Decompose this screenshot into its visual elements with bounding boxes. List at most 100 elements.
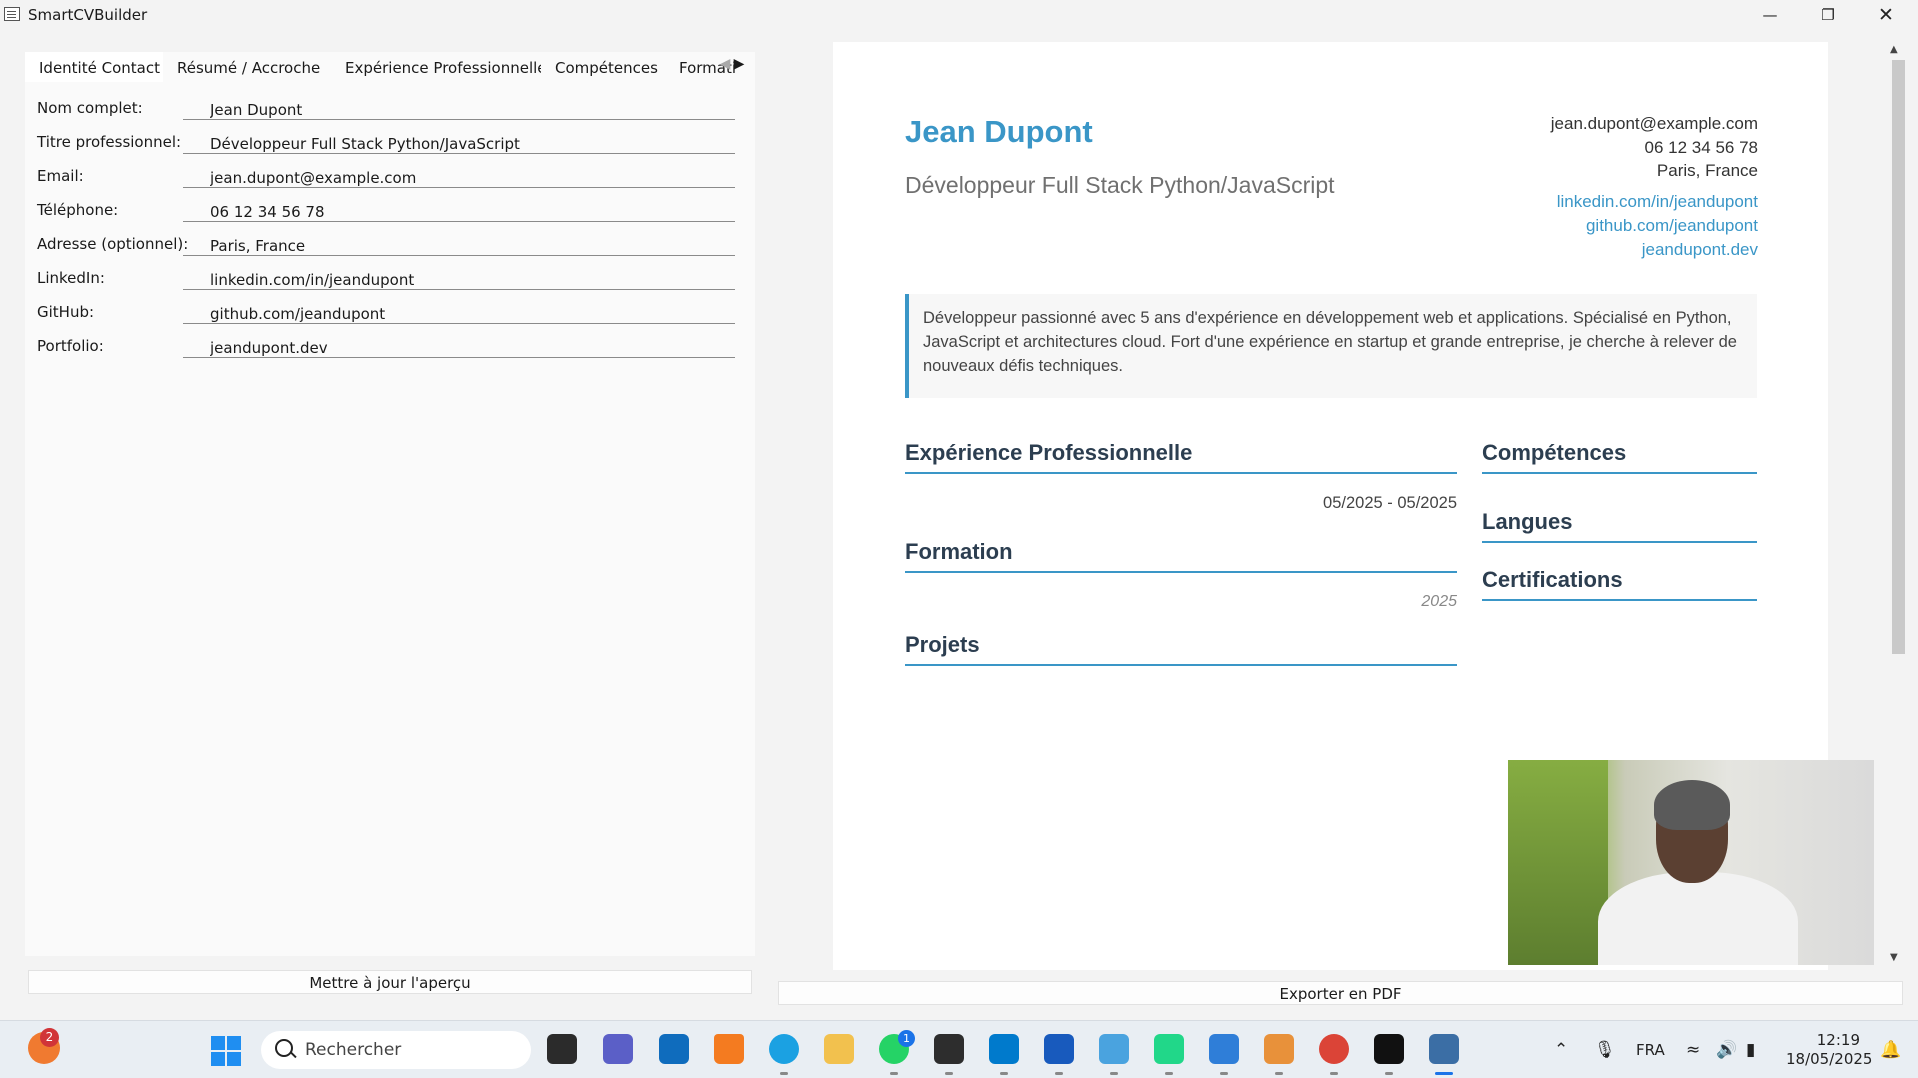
search-placeholder: Rechercher bbox=[305, 1040, 402, 1060]
form-row-email: Email: bbox=[25, 164, 740, 198]
tab-scroll-left-icon[interactable]: ◀ bbox=[718, 56, 732, 72]
cv-section-experience: Expérience Professionnelle bbox=[905, 440, 1457, 474]
snipping-running-indicator bbox=[1110, 1072, 1118, 1075]
tab-competences[interactable]: Compétences bbox=[541, 52, 665, 82]
name-label: Nom complet: bbox=[37, 99, 143, 117]
webcam-person-body bbox=[1598, 872, 1798, 965]
form-row-title: Titre professionnel: bbox=[25, 130, 740, 164]
snip-running-indicator bbox=[1275, 1072, 1283, 1075]
file-explorer-icon[interactable] bbox=[824, 1034, 854, 1064]
webcam-overlay bbox=[1508, 760, 1874, 965]
battery-icon[interactable]: ▮ bbox=[1746, 1040, 1755, 1060]
email-label: Email: bbox=[37, 167, 84, 185]
start-icon[interactable] bbox=[211, 1036, 241, 1066]
cv-section-languages: Langues bbox=[1482, 509, 1757, 543]
snip-icon[interactable] bbox=[1264, 1034, 1294, 1064]
taskbar-search[interactable]: Rechercher bbox=[261, 1031, 531, 1069]
notification-badge: 2 bbox=[40, 1028, 59, 1047]
tab-identite-contact[interactable]: Identité Contact bbox=[25, 52, 163, 82]
word-icon[interactable] bbox=[1044, 1034, 1074, 1064]
contact-form: Nom complet: Titre professionnel: Email:… bbox=[25, 96, 740, 368]
preview-scrollbar[interactable] bbox=[1892, 60, 1905, 654]
store-icon[interactable] bbox=[659, 1034, 689, 1064]
form-row-phone: Téléphone: bbox=[25, 198, 740, 232]
update-preview-button[interactable]: Mettre à jour l'aperçu bbox=[28, 970, 752, 994]
email-field[interactable] bbox=[183, 164, 735, 188]
webcam-background bbox=[1508, 760, 1608, 965]
export-pdf-button[interactable]: Exporter en PDF bbox=[778, 981, 1903, 1005]
vscode-icon[interactable] bbox=[989, 1034, 1019, 1064]
whatsapp-badge: 1 bbox=[898, 1030, 915, 1047]
cv-title: Développeur Full Stack Python/JavaScript bbox=[905, 172, 1335, 198]
edge-icon[interactable] bbox=[769, 1034, 799, 1064]
cv-links-block: linkedin.com/in/jeandupont github.com/je… bbox=[1557, 190, 1758, 262]
sticky-running-indicator bbox=[945, 1072, 953, 1075]
language-indicator[interactable]: FRA bbox=[1636, 1041, 1665, 1059]
scroll-down-icon[interactable]: ▼ bbox=[1890, 952, 1898, 963]
microphone-icon[interactable]: 🎙 bbox=[1594, 1040, 1616, 1060]
address-label: Adresse (optionnel): bbox=[37, 235, 189, 253]
cv-portfolio-link[interactable]: jeandupont.dev bbox=[1557, 238, 1758, 262]
smartcvbuilder-active-indicator bbox=[1435, 1072, 1453, 1075]
clock-time: 12:19 bbox=[1816, 1031, 1860, 1049]
title-bar: SmartCVBuilder — ❐ ✕ bbox=[0, 0, 1918, 30]
teams-icon[interactable] bbox=[603, 1034, 633, 1064]
maximize-button[interactable]: ❐ bbox=[1800, 0, 1856, 30]
form-row-address: Adresse (optionnel): bbox=[25, 232, 740, 266]
pycharm-icon[interactable] bbox=[1154, 1034, 1184, 1064]
cv-section-skills: Compétences bbox=[1482, 440, 1757, 474]
close-button[interactable]: ✕ bbox=[1858, 0, 1914, 30]
portfolio-field[interactable] bbox=[183, 334, 735, 358]
notepad-running-indicator bbox=[1220, 1072, 1228, 1075]
cv-summary: Développeur passionné avec 5 ans d'expér… bbox=[905, 294, 1757, 398]
smartcvbuilder-taskbar-icon[interactable] bbox=[1429, 1034, 1459, 1064]
whatsapp-running-indicator bbox=[890, 1072, 898, 1075]
cv-experience-dates: 05/2025 - 05/2025 bbox=[1323, 494, 1457, 512]
terminal-icon[interactable] bbox=[1374, 1034, 1404, 1064]
pycharm-running-indicator bbox=[1165, 1072, 1173, 1075]
linkedin-field[interactable] bbox=[183, 266, 735, 290]
cv-name: Jean Dupont bbox=[905, 114, 1093, 149]
form-row-portfolio: Portfolio: bbox=[25, 334, 740, 368]
cv-phone: 06 12 34 56 78 bbox=[1644, 137, 1758, 157]
notepad-icon[interactable] bbox=[1209, 1034, 1239, 1064]
snipping-tool-icon[interactable] bbox=[1099, 1034, 1129, 1064]
name-field[interactable] bbox=[183, 96, 735, 120]
volume-icon[interactable]: 🔊 bbox=[1716, 1040, 1737, 1060]
cv-linkedin-link[interactable]: linkedin.com/in/jeandupont bbox=[1557, 190, 1758, 214]
task-view-icon[interactable] bbox=[547, 1034, 577, 1064]
clock-date: 18/05/2025 bbox=[1786, 1050, 1873, 1068]
github-field[interactable] bbox=[183, 300, 735, 324]
title-field[interactable] bbox=[183, 130, 735, 154]
wifi-icon[interactable]: ≈ bbox=[1686, 1040, 1700, 1060]
search-icon bbox=[275, 1039, 293, 1057]
notification-center-icon[interactable]: 🔔 bbox=[1880, 1040, 1901, 1060]
cv-address: Paris, France bbox=[1656, 161, 1758, 180]
address-field[interactable] bbox=[183, 232, 735, 256]
phone-field[interactable] bbox=[183, 198, 735, 222]
chevron-up-icon[interactable]: ⌃ bbox=[1554, 1040, 1568, 1060]
edge-running-indicator bbox=[780, 1072, 788, 1075]
cv-contact-block: jean.dupont@example.com 06 12 34 56 78 P… bbox=[1551, 112, 1758, 183]
tab-scroll-arrows: ◀ ▶ bbox=[718, 56, 748, 76]
sticky-notes-icon[interactable] bbox=[934, 1034, 964, 1064]
tab-scroll-right-icon[interactable]: ▶ bbox=[732, 56, 746, 72]
cv-github-link[interactable]: github.com/jeandupont bbox=[1557, 214, 1758, 238]
tab-resume[interactable]: Résumé / Accroche bbox=[163, 52, 331, 82]
cv-section-education: Formation bbox=[905, 539, 1457, 573]
chrome-icon[interactable] bbox=[1319, 1034, 1349, 1064]
word-running-indicator bbox=[1055, 1072, 1063, 1075]
vscode-running-indicator bbox=[1000, 1072, 1008, 1075]
cv-section-projects: Projets bbox=[905, 632, 1457, 666]
minimize-button[interactable]: — bbox=[1742, 0, 1798, 30]
tab-experience[interactable]: Expérience Professionnelle bbox=[331, 52, 541, 82]
form-row-linkedin: LinkedIn: bbox=[25, 266, 740, 300]
scroll-up-icon[interactable]: ▲ bbox=[1890, 44, 1898, 55]
vlc-icon[interactable] bbox=[714, 1034, 744, 1064]
phone-label: Téléphone: bbox=[37, 201, 119, 219]
github-label: GitHub: bbox=[37, 303, 95, 321]
terminal-running-indicator bbox=[1385, 1072, 1393, 1075]
clock[interactable]: 12:19 18/05/2025 bbox=[1786, 1031, 1873, 1069]
cv-education-year: 2025 bbox=[1421, 593, 1457, 610]
cv-section-certifications: Certifications bbox=[1482, 567, 1757, 601]
